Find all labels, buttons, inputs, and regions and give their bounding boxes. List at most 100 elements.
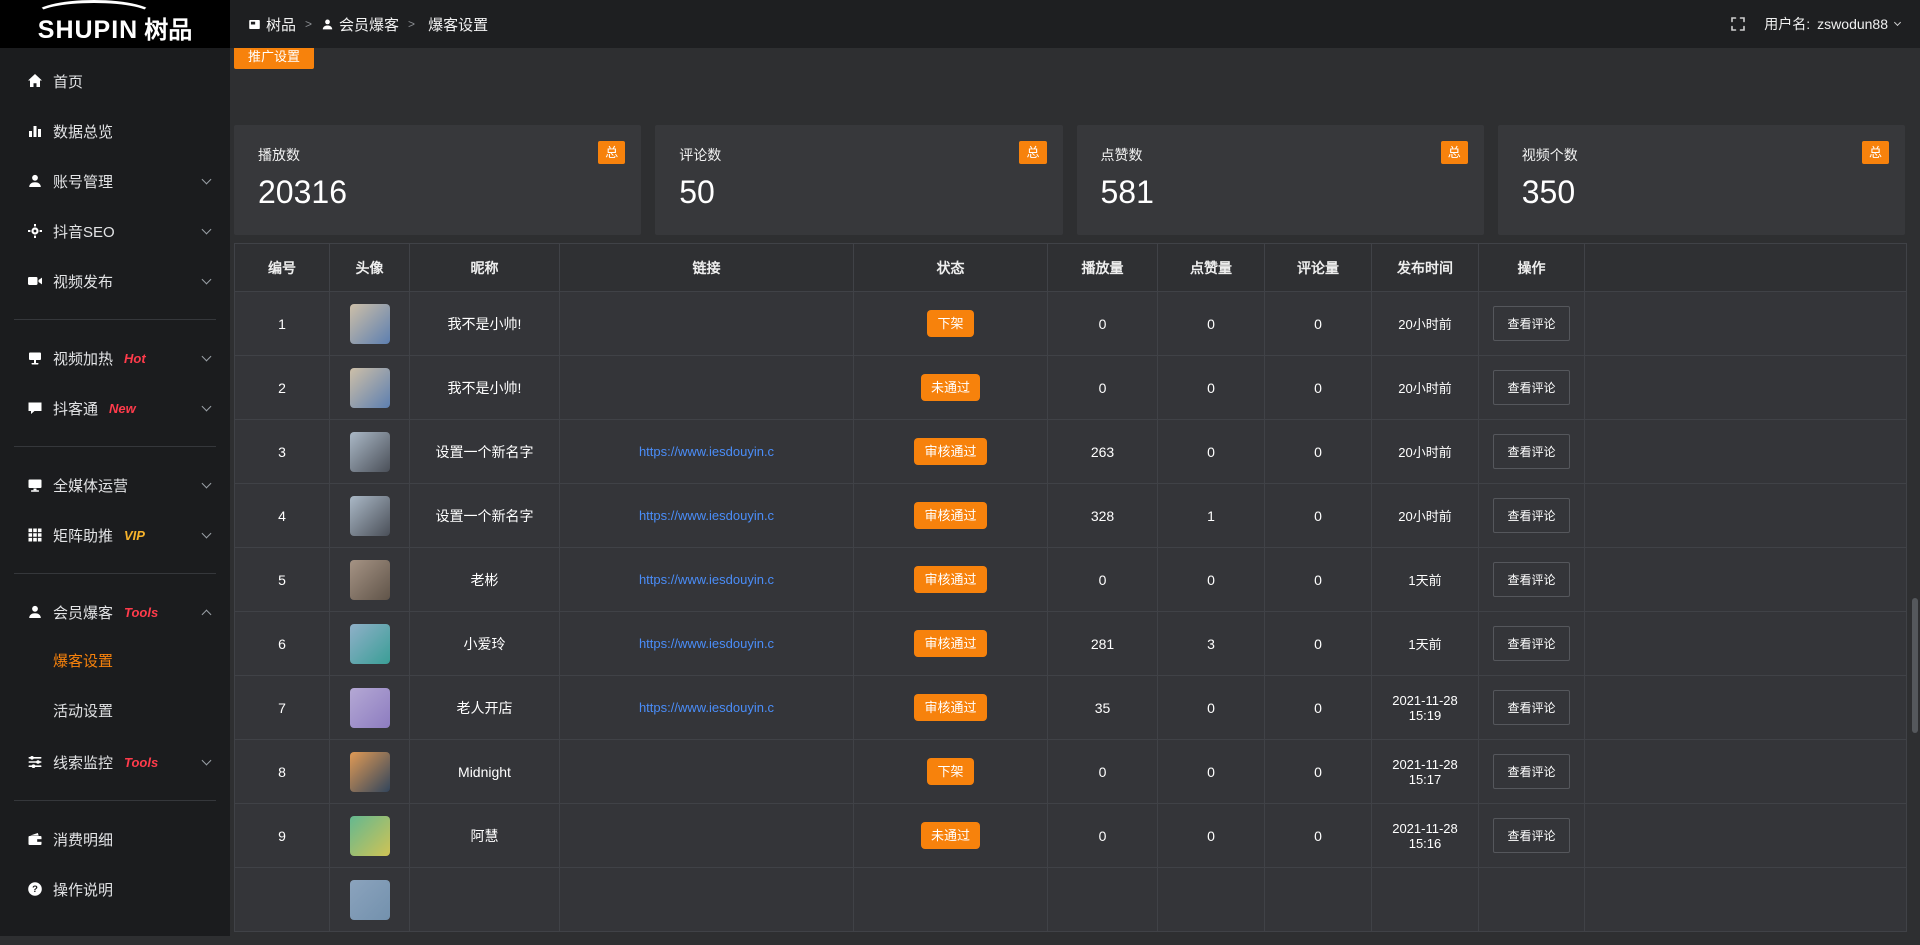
cell-status: 审核通过 bbox=[854, 548, 1048, 612]
view-comments-button[interactable]: 查看评论 bbox=[1493, 562, 1569, 597]
video-link[interactable]: https://www.iesdouyin.c bbox=[564, 508, 849, 523]
status-badge[interactable]: 审核通过 bbox=[914, 630, 986, 658]
sidebar-item[interactable]: 全媒体运营 bbox=[0, 460, 230, 510]
cell-nickname: Midnight bbox=[410, 740, 560, 804]
cell-link bbox=[560, 868, 854, 932]
cell-comments: 0 bbox=[1265, 356, 1372, 420]
view-comments-button[interactable]: 查看评论 bbox=[1493, 754, 1569, 789]
main-content: 推广设置 播放数20316总评论数50总点赞数581总视频个数350总 编号头像… bbox=[230, 9, 1920, 932]
table-row: 1我不是小帅!下架00020小时前查看评论 bbox=[235, 292, 1907, 356]
sidebar-item[interactable]: 账号管理 bbox=[0, 156, 230, 206]
fullscreen-icon[interactable] bbox=[1730, 16, 1746, 32]
cell-filler bbox=[1585, 484, 1907, 548]
status-badge[interactable]: 审核通过 bbox=[914, 438, 986, 466]
status-badge[interactable]: 未通过 bbox=[921, 374, 980, 402]
cell-action: 查看评论 bbox=[1479, 548, 1585, 612]
table-header-filler bbox=[1585, 244, 1907, 292]
cell-likes bbox=[1158, 868, 1265, 932]
sidebar-item-label: 视频加热 bbox=[53, 348, 113, 369]
sidebar-item[interactable]: 视频加热Hot bbox=[0, 333, 230, 383]
sidebar-subitem[interactable]: 爆客设置 bbox=[0, 637, 230, 687]
view-comments-button[interactable]: 查看评论 bbox=[1493, 370, 1569, 405]
view-comments-button[interactable]: 查看评论 bbox=[1493, 690, 1569, 725]
cell-number: 7 bbox=[235, 676, 330, 740]
breadcrumb: 树品 > 会员爆客 > 爆客设置 bbox=[248, 14, 488, 35]
cell-number: 8 bbox=[235, 740, 330, 804]
sidebar-item-label: 线索监控 bbox=[53, 752, 113, 773]
status-badge[interactable]: 审核通过 bbox=[914, 566, 986, 594]
view-comments-button[interactable]: 查看评论 bbox=[1493, 498, 1569, 533]
video-link[interactable]: https://www.iesdouyin.c bbox=[564, 444, 849, 459]
avatar bbox=[350, 752, 390, 792]
breadcrumb-item-section[interactable]: 会员爆客 bbox=[321, 14, 399, 35]
logo-text-cn: 树品 bbox=[144, 17, 192, 44]
sidebar-subitem[interactable]: 活动设置 bbox=[0, 687, 230, 737]
cell-plays: 263 bbox=[1048, 420, 1158, 484]
sidebar-item[interactable]: 抖音SEO bbox=[0, 206, 230, 256]
sidebar-item[interactable]: 矩阵助推VIP bbox=[0, 510, 230, 560]
sidebar-item-label: 账号管理 bbox=[53, 171, 113, 192]
sidebar-item-badge: VIP bbox=[124, 528, 145, 543]
video-link[interactable]: https://www.iesdouyin.c bbox=[564, 700, 849, 715]
cell-likes: 0 bbox=[1158, 356, 1265, 420]
cell-filler bbox=[1585, 292, 1907, 356]
status-badge[interactable]: 下架 bbox=[927, 310, 973, 338]
sidebar-item[interactable]: 数据总览 bbox=[0, 106, 230, 156]
user-menu[interactable]: 用户名: zswodun88 bbox=[1764, 14, 1900, 34]
sidebar-item[interactable]: 抖客通New bbox=[0, 383, 230, 433]
cell-filler bbox=[1585, 868, 1907, 932]
member-icon bbox=[27, 604, 43, 620]
sidebar-item[interactable]: 线索监控Tools bbox=[0, 737, 230, 787]
status-badge[interactable]: 审核通过 bbox=[914, 502, 986, 530]
view-comments-button[interactable]: 查看评论 bbox=[1493, 818, 1569, 853]
status-badge[interactable]: 审核通过 bbox=[914, 694, 986, 722]
sidebar-divider bbox=[14, 319, 216, 320]
avatar bbox=[350, 560, 390, 600]
sidebar-item-label: 消费明细 bbox=[53, 829, 113, 850]
chevron-down-icon bbox=[202, 529, 212, 539]
cell-nickname: 小爱玲 bbox=[410, 612, 560, 676]
sidebar-item[interactable]: 首页 bbox=[0, 56, 230, 106]
sidebar-menu: 首页数据总览账号管理抖音SEO视频发布视频加热Hot抖客通New 全媒体运营矩阵助… bbox=[0, 56, 230, 914]
cell-publish-time: 20小时前 bbox=[1372, 292, 1479, 356]
table-body: 1我不是小帅!下架00020小时前查看评论2我不是小帅!未通过00020小时前查… bbox=[235, 292, 1907, 932]
sidebar-item[interactable]: 消费明细 bbox=[0, 814, 230, 864]
cell-nickname: 设置一个新名字 bbox=[410, 484, 560, 548]
breadcrumb-label: 树品 bbox=[266, 14, 296, 35]
monitor-icon bbox=[27, 477, 43, 493]
view-comments-button[interactable]: 查看评论 bbox=[1493, 626, 1569, 661]
cell-comments bbox=[1265, 868, 1372, 932]
status-badge[interactable]: 下架 bbox=[927, 758, 973, 786]
sidebar-item-badge: New bbox=[109, 401, 136, 416]
sidebar-item[interactable]: ?操作说明 bbox=[0, 864, 230, 914]
chevron-down-icon bbox=[202, 175, 212, 185]
cell-avatar bbox=[330, 804, 410, 868]
cell-status: 未通过 bbox=[854, 356, 1048, 420]
stat-cards: 播放数20316总评论数50总点赞数581总视频个数350总 bbox=[234, 125, 1905, 235]
breadcrumb-item-home[interactable]: 树品 bbox=[248, 14, 296, 35]
sidebar-item[interactable]: 会员爆客Tools bbox=[0, 587, 230, 637]
status-badge[interactable]: 未通过 bbox=[921, 822, 980, 850]
stat-card-label: 视频个数 bbox=[1522, 145, 1881, 165]
logo-arc-decoration bbox=[34, 0, 154, 30]
view-comments-button[interactable]: 查看评论 bbox=[1493, 434, 1569, 469]
video-link[interactable]: https://www.iesdouyin.c bbox=[564, 636, 849, 651]
cell-link bbox=[560, 292, 854, 356]
cell-link: https://www.iesdouyin.c bbox=[560, 612, 854, 676]
cell-status: 审核通过 bbox=[854, 676, 1048, 740]
cell-comments: 0 bbox=[1265, 804, 1372, 868]
cell-filler bbox=[1585, 740, 1907, 804]
cell-link bbox=[560, 356, 854, 420]
cell-action: 查看评论 bbox=[1479, 740, 1585, 804]
cell-plays: 0 bbox=[1048, 548, 1158, 612]
sidebar-divider bbox=[14, 800, 216, 801]
scrollbar-thumb[interactable] bbox=[1912, 598, 1918, 733]
breadcrumb-separator: > bbox=[408, 17, 415, 31]
view-comments-button[interactable]: 查看评论 bbox=[1493, 306, 1569, 341]
cell-avatar bbox=[330, 868, 410, 932]
username-value: zswodun88 bbox=[1817, 16, 1888, 32]
sidebar-item[interactable]: 视频发布 bbox=[0, 256, 230, 306]
video-link[interactable]: https://www.iesdouyin.c bbox=[564, 572, 849, 587]
sidebar-item-label: 数据总览 bbox=[53, 121, 113, 142]
cell-likes: 0 bbox=[1158, 740, 1265, 804]
